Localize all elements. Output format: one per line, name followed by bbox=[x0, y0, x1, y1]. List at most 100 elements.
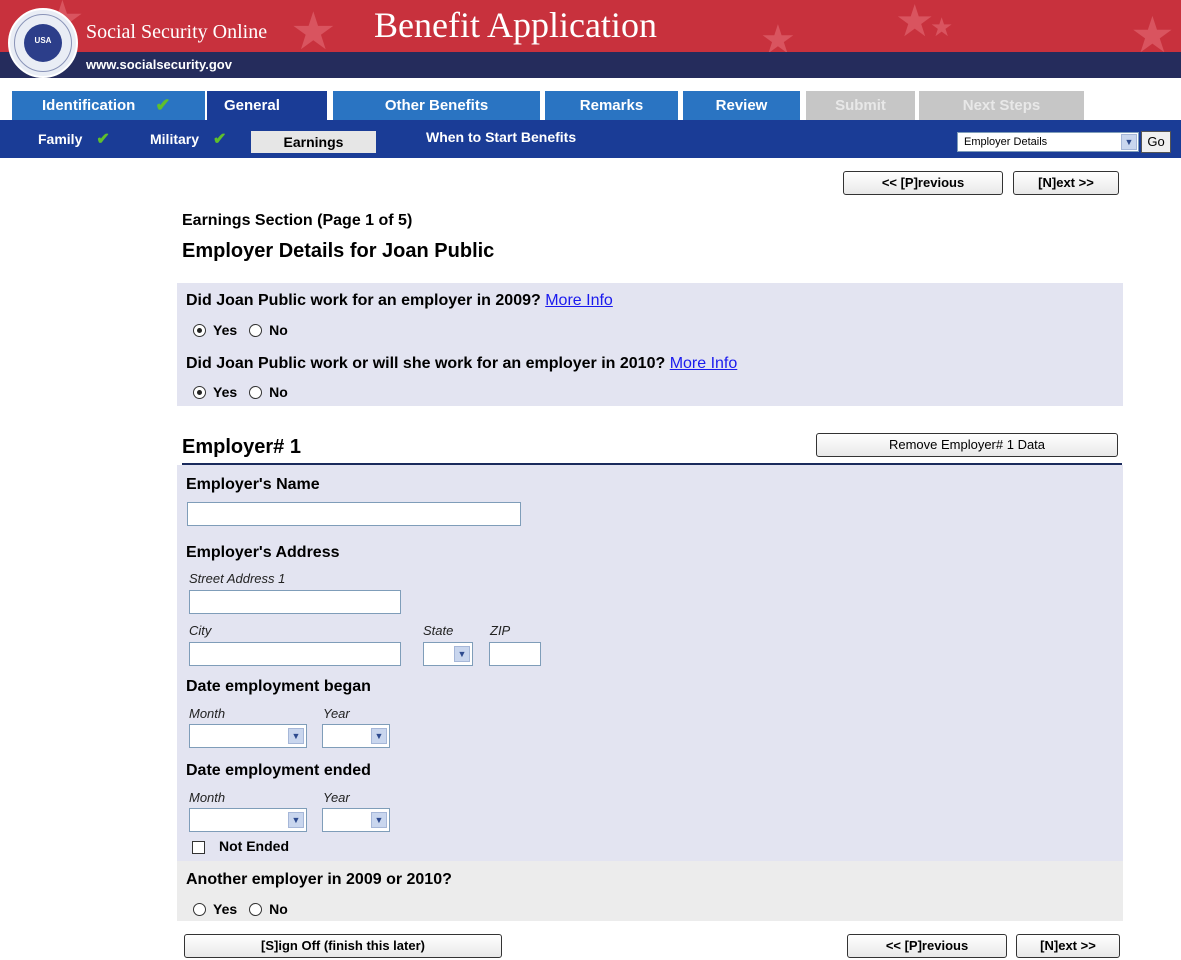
star-decoration: ★ bbox=[760, 18, 796, 52]
more-info-link[interactable]: More Info bbox=[670, 355, 738, 372]
star-decoration: ★ bbox=[290, 3, 337, 52]
seal-text: USA bbox=[34, 36, 52, 45]
ended-label: Date employment ended bbox=[186, 762, 371, 779]
subtab-label: Earnings bbox=[283, 134, 344, 150]
chevron-down-icon[interactable]: ▼ bbox=[288, 728, 304, 744]
tab-review[interactable]: Review bbox=[683, 91, 800, 120]
employer-address-label: Employer's Address bbox=[186, 544, 340, 561]
chevron-down-icon[interactable]: ▼ bbox=[288, 812, 304, 828]
url-bar: www.socialsecurity.gov bbox=[0, 52, 1181, 78]
radio-label: Yes bbox=[213, 322, 238, 338]
street-input[interactable] bbox=[189, 590, 401, 614]
city-input[interactable] bbox=[189, 642, 401, 666]
tab-next-steps: Next Steps bbox=[919, 91, 1084, 120]
question-2010: Did Joan Public work or will she work fo… bbox=[186, 355, 737, 373]
next-button[interactable]: [N]ext >> bbox=[1013, 171, 1119, 195]
state-label: State bbox=[423, 623, 454, 638]
chevron-down-icon[interactable]: ▼ bbox=[1121, 134, 1137, 150]
tab-submit: Submit bbox=[806, 91, 915, 120]
tab-remarks[interactable]: Remarks bbox=[545, 91, 678, 120]
sub-tab-bar: Family ✔ Military ✔ Earnings When to Sta… bbox=[0, 120, 1181, 158]
previous-button[interactable]: << [P]revious bbox=[847, 934, 1007, 958]
chevron-down-icon[interactable]: ▼ bbox=[371, 728, 387, 744]
question-2009: Did Joan Public work for an employer in … bbox=[186, 292, 613, 310]
tab-label: Next Steps bbox=[962, 97, 1041, 114]
state-select[interactable]: ▼ bbox=[423, 642, 473, 666]
remove-employer-button[interactable]: Remove Employer# 1 Data bbox=[816, 433, 1118, 457]
radio-group-another: Yes No bbox=[193, 901, 300, 917]
month-label: Month bbox=[189, 790, 226, 805]
page-nav-value: Employer Details bbox=[964, 136, 1048, 148]
app-title: Benefit Application bbox=[374, 5, 657, 45]
radio-no-2010[interactable] bbox=[249, 385, 263, 399]
subtab-when-to-start[interactable]: When to Start Benefits bbox=[426, 129, 576, 145]
tab-general[interactable]: General bbox=[207, 91, 327, 120]
question-text: Did Joan Public work or will she work fo… bbox=[186, 355, 666, 372]
began-month-select[interactable]: ▼ bbox=[189, 724, 307, 748]
seal-logo[interactable]: USA bbox=[8, 8, 78, 78]
month-label: Month bbox=[189, 706, 226, 721]
header-banner: ★ ★ ★ ★ ★ ★ Social Security Online Benef… bbox=[0, 0, 1181, 52]
subtab-label: When to Start Benefits bbox=[426, 129, 577, 145]
employer-heading: Employer# 1 bbox=[182, 436, 301, 458]
city-label: City bbox=[189, 623, 212, 638]
next-button[interactable]: [N]ext >> bbox=[1016, 934, 1120, 958]
tab-identification[interactable]: Identification ✔ bbox=[12, 91, 205, 120]
star-decoration: ★ bbox=[1130, 7, 1175, 52]
chevron-down-icon[interactable]: ▼ bbox=[454, 646, 470, 662]
another-employer-panel bbox=[177, 861, 1123, 921]
subtab-military[interactable]: Military ✔ bbox=[150, 129, 226, 149]
street-label: Street Address 1 bbox=[189, 571, 286, 586]
zip-input[interactable] bbox=[489, 642, 541, 666]
ended-month-select[interactable]: ▼ bbox=[189, 808, 307, 832]
radio-label: Yes bbox=[213, 901, 238, 917]
main-tab-bar: Identification ✔ General Other Benefits … bbox=[0, 91, 1181, 120]
checkmark-icon: ✔ bbox=[96, 131, 110, 148]
ended-year-select[interactable]: ▼ bbox=[322, 808, 390, 832]
radio-label: No bbox=[269, 901, 288, 917]
radio-yes-2009[interactable] bbox=[193, 323, 206, 337]
radio-no-another[interactable] bbox=[249, 902, 263, 916]
subtab-label: Military bbox=[150, 131, 200, 147]
year-label: Year bbox=[323, 790, 350, 805]
radio-label: No bbox=[269, 322, 288, 338]
subtab-label: Family bbox=[38, 131, 83, 147]
checkmark-icon: ✔ bbox=[213, 131, 227, 148]
sign-off-button[interactable]: [S]ign Off (finish this later) bbox=[184, 934, 502, 958]
radio-yes-another[interactable] bbox=[193, 902, 206, 916]
chevron-down-icon[interactable]: ▼ bbox=[371, 812, 387, 828]
not-ended-label: Not Ended bbox=[219, 838, 289, 854]
site-name[interactable]: Social Security Online bbox=[86, 21, 267, 44]
star-decoration: ★ bbox=[930, 12, 954, 42]
more-info-link[interactable]: More Info bbox=[545, 292, 613, 309]
question-text: Did Joan Public work for an employer in … bbox=[186, 292, 541, 309]
radio-label: No bbox=[269, 384, 288, 400]
star-decoration: ★ bbox=[895, 0, 935, 46]
site-url[interactable]: www.socialsecurity.gov bbox=[86, 57, 232, 72]
tab-label: Submit bbox=[835, 97, 886, 114]
page-nav-select[interactable]: Employer Details ▼ bbox=[957, 132, 1139, 152]
go-button[interactable]: Go bbox=[1141, 131, 1171, 153]
began-label: Date employment began bbox=[186, 678, 371, 695]
zip-label: ZIP bbox=[490, 623, 511, 638]
previous-button[interactable]: << [P]revious bbox=[843, 171, 1003, 195]
tab-other-benefits[interactable]: Other Benefits bbox=[333, 91, 540, 120]
employer-name-label: Employer's Name bbox=[186, 476, 320, 493]
employer-name-input[interactable] bbox=[187, 502, 521, 526]
subtab-family[interactable]: Family ✔ bbox=[38, 129, 110, 149]
radio-no-2009[interactable] bbox=[249, 323, 263, 337]
year-label: Year bbox=[323, 706, 350, 721]
tab-label: Identification bbox=[42, 97, 136, 114]
checkmark-icon: ✔ bbox=[155, 95, 171, 115]
section-indicator: Earnings Section (Page 1 of 5) bbox=[182, 212, 413, 229]
began-year-select[interactable]: ▼ bbox=[322, 724, 390, 748]
another-employer-question: Another employer in 2009 or 2010? bbox=[186, 871, 452, 888]
radio-group-2009: Yes No bbox=[193, 322, 300, 338]
tab-label: Review bbox=[715, 97, 768, 114]
not-ended-checkbox[interactable] bbox=[192, 841, 205, 854]
tab-label: General bbox=[224, 97, 280, 114]
page-title: Employer Details for Joan Public bbox=[182, 240, 495, 262]
subtab-earnings[interactable]: Earnings bbox=[251, 131, 376, 153]
radio-yes-2010[interactable] bbox=[193, 385, 206, 399]
tab-label: Remarks bbox=[579, 97, 644, 114]
